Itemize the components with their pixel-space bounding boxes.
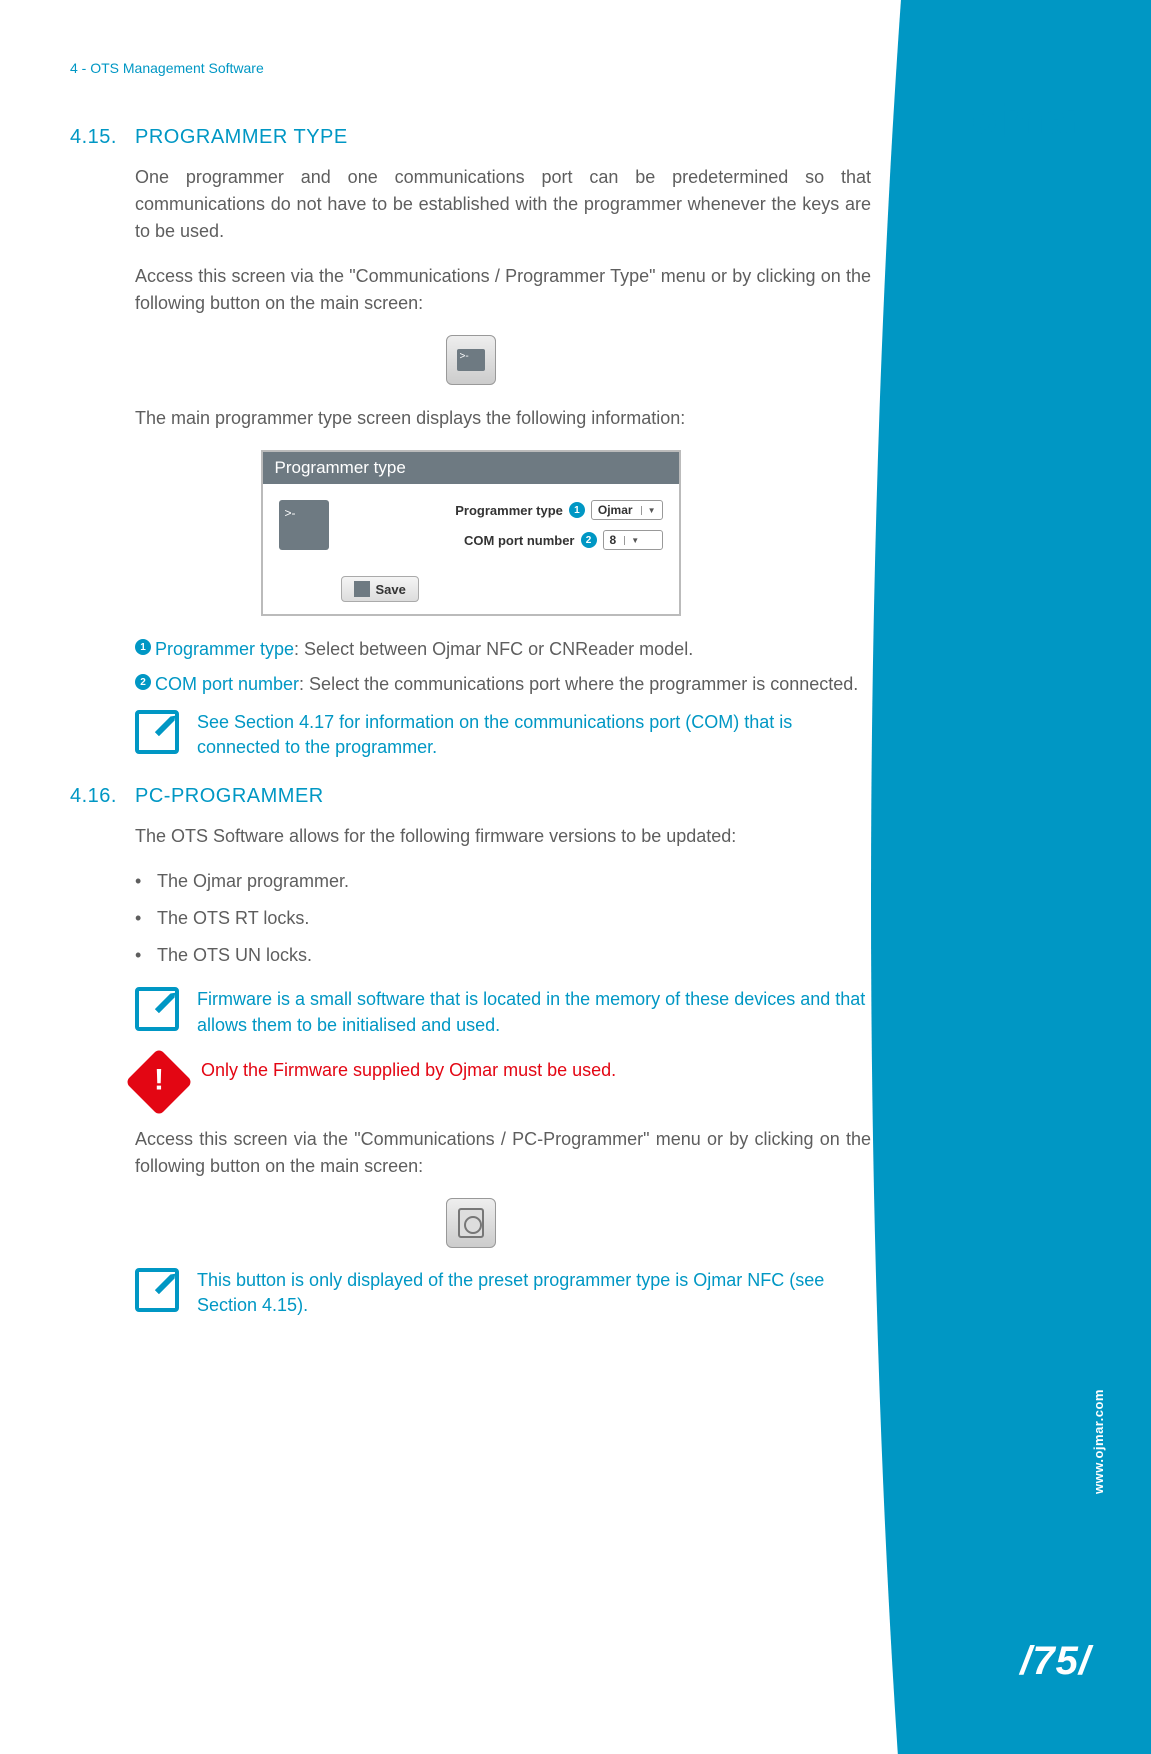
programmer-type-select[interactable]: Ojmar ▼ xyxy=(591,500,663,520)
note-icon xyxy=(135,710,179,754)
chevron-down-icon: ▼ xyxy=(624,536,639,545)
chapter-header: 4 - OTS Management Software xyxy=(70,60,871,76)
note-text: Firmware is a small software that is loc… xyxy=(197,987,871,1037)
select-value: Ojmar xyxy=(598,503,633,517)
section-title: PROGRAMMER TYPE xyxy=(135,126,348,149)
marker-2: 2 xyxy=(135,674,151,690)
list-item: The OTS RT locks. xyxy=(135,905,871,932)
field-label: Programmer type xyxy=(341,503,563,518)
ojmar-logo: ojmar xyxy=(972,95,1081,143)
warning-icon xyxy=(125,1048,193,1116)
note: This button is only displayed of the pre… xyxy=(135,1268,871,1318)
note-text: This button is only displayed of the pre… xyxy=(197,1268,871,1318)
com-port-select[interactable]: 8 ▼ xyxy=(603,530,663,550)
section-415-heading: 4.15. PROGRAMMER TYPE xyxy=(70,126,871,149)
save-button[interactable]: Save xyxy=(341,576,419,602)
chevron-down-icon: ▼ xyxy=(641,506,656,515)
note-icon xyxy=(135,1268,179,1312)
list-item: 2 COM port number: Select the communicat… xyxy=(135,671,871,698)
programmer-type-dialog: Programmer type Programmer type 1 Ojmar … xyxy=(261,450,681,616)
note-text: See Section 4.17 for information on the … xyxy=(197,710,871,760)
paragraph: Access this screen via the "Communicatio… xyxy=(135,1126,871,1180)
paragraph: One programmer and one communications po… xyxy=(135,164,871,245)
select-value: 8 xyxy=(610,533,617,547)
field-label: COM port number xyxy=(341,533,575,548)
list-item: The OTS UN locks. xyxy=(135,942,871,969)
terminal-icon xyxy=(279,500,329,550)
paragraph: The OTS Software allows for the followin… xyxy=(135,823,871,850)
section-416-heading: 4.16. PC-PROGRAMMER xyxy=(70,785,871,808)
section-number: 4.15. xyxy=(70,126,120,149)
terminal-icon xyxy=(457,349,485,371)
list-item: 1 Programmer type: Select between Ojmar … xyxy=(135,636,871,663)
pc-programmer-toolbar-button[interactable] xyxy=(446,1198,496,1248)
paragraph: Access this screen via the "Communicatio… xyxy=(135,263,871,317)
section-title: PC-PROGRAMMER xyxy=(135,785,324,808)
save-label: Save xyxy=(376,582,406,597)
item-label: Programmer type xyxy=(155,639,294,659)
section-number: 4.16. xyxy=(70,785,120,808)
note-icon xyxy=(135,987,179,1031)
item-text: : Select between Ojmar NFC or CNReader m… xyxy=(294,639,693,659)
programmer-type-toolbar-button[interactable] xyxy=(446,335,496,385)
list-item: The Ojmar programmer. xyxy=(135,868,871,895)
note: Firmware is a small software that is loc… xyxy=(135,987,871,1037)
logo-text: ojmar xyxy=(972,95,1081,142)
marker-2: 2 xyxy=(581,532,597,548)
item-label: COM port number xyxy=(155,674,299,694)
marker-1: 1 xyxy=(135,639,151,655)
dialog-title: Programmer type xyxy=(263,452,679,484)
save-icon xyxy=(354,581,370,597)
item-text: : Select the communications port where t… xyxy=(299,674,858,694)
disk-icon xyxy=(458,1208,484,1238)
website-url: www.ojmar.com xyxy=(1091,1389,1106,1494)
bullet-list: The Ojmar programmer. The OTS RT locks. … xyxy=(135,868,871,969)
note: See Section 4.17 for information on the … xyxy=(135,710,871,760)
warning-text: Only the Firmware supplied by Ojmar must… xyxy=(201,1058,616,1083)
warning: Only the Firmware supplied by Ojmar must… xyxy=(135,1058,871,1106)
marker-1: 1 xyxy=(569,502,585,518)
paragraph: The main programmer type screen displays… xyxy=(135,405,871,432)
page-number: /75/ xyxy=(1020,1639,1091,1684)
